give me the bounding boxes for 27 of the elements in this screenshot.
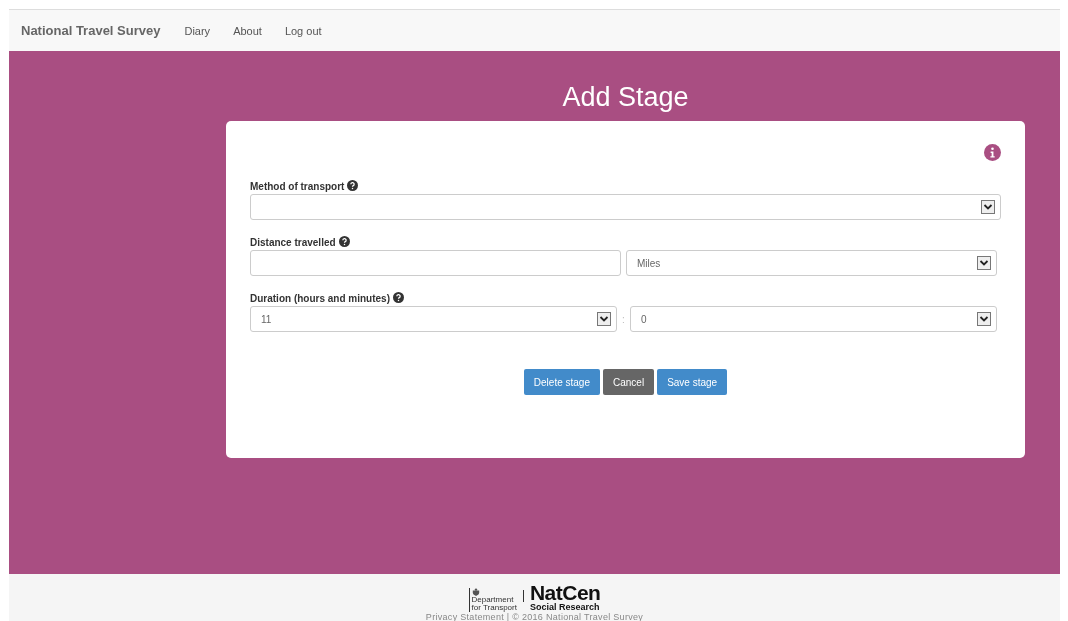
field-label: Method of transport	[250, 181, 345, 192]
select-field[interactable]	[250, 194, 1001, 220]
time-separator: :	[622, 313, 625, 325]
footer-text: Privacy Statement | © 2016 National Travel Survey	[425, 612, 644, 621]
action-button[interactable]: Save stage	[657, 369, 728, 395]
action-button[interactable]: Delete stage	[523, 369, 600, 395]
logo-text: Social Research	[529, 603, 601, 612]
page-title: Add Stage	[561, 81, 690, 114]
nav-link[interactable]: About	[233, 24, 262, 37]
cancel-button[interactable]: Cancel	[603, 369, 655, 395]
select-field[interactable]: 0	[629, 306, 997, 332]
select-field[interactable]: Miles	[626, 250, 997, 276]
crest-icon	[471, 588, 480, 596]
field-label: Distance travelled	[250, 237, 336, 248]
logo-text: Department	[471, 596, 514, 604]
logo-text: for Transport	[471, 604, 517, 612]
site-brand[interactable]: National Travel Survey	[21, 23, 161, 38]
logo-text: NatCen	[529, 582, 601, 603]
select-field[interactable]: 11	[250, 306, 618, 332]
nav-link[interactable]: Diary	[184, 24, 211, 37]
nav-link[interactable]: Log out	[284, 24, 322, 37]
input-field[interactable]	[250, 250, 621, 276]
field-label: Duration (hours and minutes)	[250, 293, 390, 304]
help-icon[interactable]	[347, 180, 359, 191]
help-icon[interactable]	[393, 292, 404, 303]
help-icon[interactable]	[338, 236, 350, 247]
info-icon[interactable]	[984, 144, 1001, 161]
